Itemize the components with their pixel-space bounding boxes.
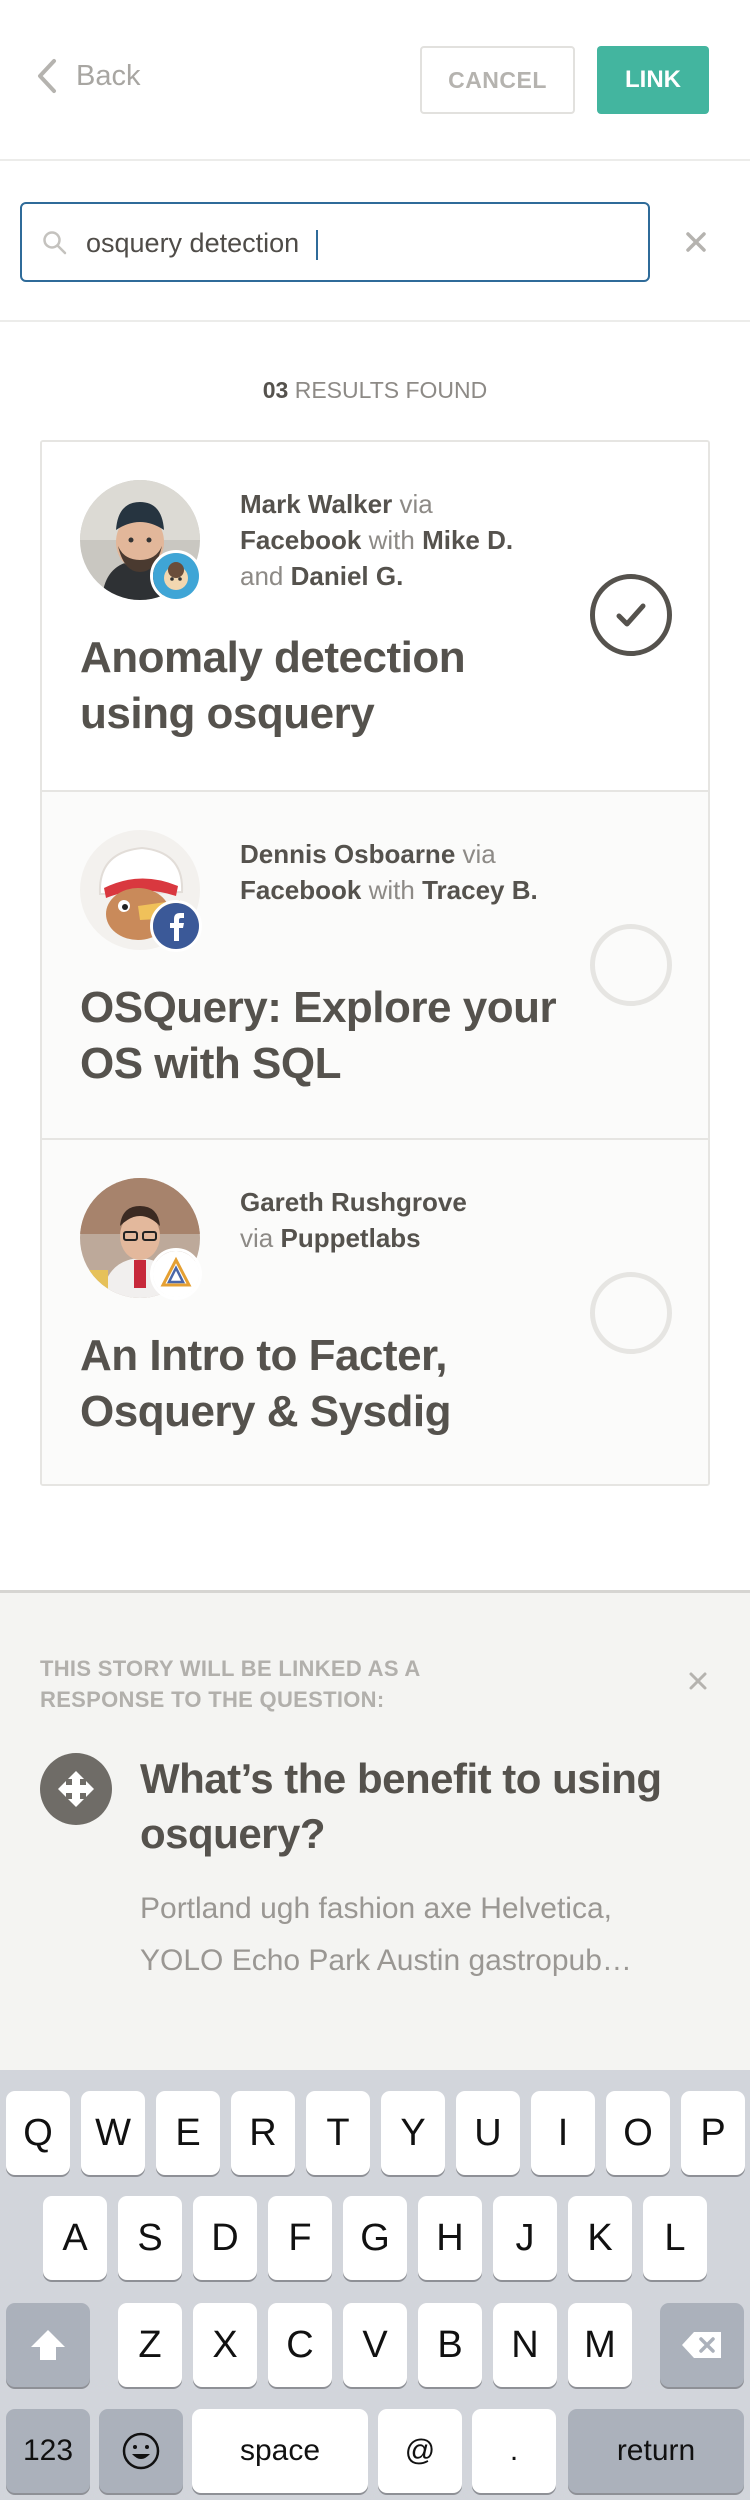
facebook-badge-icon (150, 900, 202, 952)
back-button[interactable]: Back (36, 58, 140, 94)
key-j[interactable]: J (493, 2196, 557, 2280)
and-text: and (240, 561, 284, 591)
key-n[interactable]: N (493, 2303, 557, 2387)
puppetlabs-badge-icon (150, 1248, 202, 1300)
results-count: 03 RESULTS FOUND (0, 377, 750, 404)
key-q[interactable]: Q (6, 2091, 70, 2175)
key-g[interactable]: G (343, 2196, 407, 2280)
with-text: with (368, 875, 415, 905)
return-key[interactable]: return (568, 2409, 744, 2493)
key-b[interactable]: B (418, 2303, 482, 2387)
question-icon (40, 1753, 112, 1825)
close-icon[interactable] (688, 1671, 708, 1691)
result-title: Anomaly detection using osquery (80, 633, 466, 738)
shift-icon (31, 2330, 65, 2360)
result-meta: Dennis Osboarne via Facebook with Tracey… (240, 836, 570, 908)
back-label: Back (76, 59, 141, 92)
key-o[interactable]: O (606, 2091, 670, 2175)
with-text: with (368, 525, 415, 555)
key-c[interactable]: C (268, 2303, 332, 2387)
shift-key[interactable] (6, 2303, 90, 2387)
delete-icon (682, 2332, 721, 2358)
emoji-key[interactable] (99, 2409, 183, 2493)
source-name[interactable]: Facebook (240, 875, 361, 905)
key-l[interactable]: L (643, 2196, 707, 2280)
linked-question-label: THIS STORY WILL BE LINKED AS A RESPONSE … (40, 1656, 420, 1712)
result-card[interactable]: Gareth Rushgrove via Puppetlabs An Intro… (42, 1138, 708, 1484)
top-bar: Back CANCEL LINK (0, 0, 750, 161)
results-list: Mark Walker via Facebook with Mike D. an… (40, 440, 710, 1486)
text-caret (316, 230, 318, 260)
source-name[interactable]: Facebook (240, 525, 361, 555)
key-v[interactable]: V (343, 2303, 407, 2387)
source-name[interactable]: Puppetlabs (280, 1223, 420, 1253)
check-icon (616, 603, 646, 627)
results-count-label: RESULTS FOUND (294, 377, 488, 403)
key-t[interactable]: T (306, 2091, 370, 2175)
linked-question-excerpt: Portland ugh fashion axe Helvetica, YOLO… (140, 1892, 632, 1977)
key-m[interactable]: M (568, 2303, 632, 2387)
via-text: via (240, 1223, 274, 1253)
mailchimp-badge-icon (150, 550, 202, 602)
search-bar (0, 161, 750, 322)
key-h[interactable]: H (418, 2196, 482, 2280)
key-s[interactable]: S (118, 2196, 182, 2280)
search-icon (43, 231, 67, 255)
key-u[interactable]: U (456, 2091, 520, 2175)
on-screen-keyboard: Q W E R T Y U I O P A S D F G H J K L Z … (0, 2070, 750, 2500)
author-name[interactable]: Gareth Rushgrove (240, 1187, 467, 1217)
search-input[interactable] (86, 218, 626, 268)
key-z[interactable]: Z (118, 2303, 182, 2387)
key-r[interactable]: R (231, 2091, 295, 2175)
chevron-left-icon (38, 59, 56, 93)
result-title: An Intro to Facter, Osquery & Sysdig (80, 1331, 452, 1436)
search-field[interactable] (20, 202, 650, 282)
select-toggle[interactable] (590, 574, 672, 656)
key-w[interactable]: W (81, 2091, 145, 2175)
with-name[interactable]: Daniel G. (291, 561, 404, 591)
with-name[interactable]: Mike D. (422, 525, 513, 555)
space-key[interactable]: space (192, 2409, 368, 2493)
result-card[interactable]: Mark Walker via Facebook with Mike D. an… (42, 442, 708, 790)
key-x[interactable]: X (193, 2303, 257, 2387)
result-card[interactable]: Dennis Osboarne via Facebook with Tracey… (42, 790, 708, 1138)
close-icon[interactable] (684, 230, 708, 254)
with-name[interactable]: Tracey B. (422, 875, 538, 905)
dot-key[interactable]: . (472, 2409, 556, 2493)
author-name[interactable]: Mark Walker (240, 489, 392, 519)
key-e[interactable]: E (156, 2091, 220, 2175)
author-name[interactable]: Dennis Osboarne (240, 839, 455, 869)
key-a[interactable]: A (43, 2196, 107, 2280)
key-k[interactable]: K (568, 2196, 632, 2280)
result-meta: Gareth Rushgrove via Puppetlabs (240, 1184, 570, 1256)
linked-question-panel: THIS STORY WILL BE LINKED AS A RESPONSE … (0, 1590, 750, 2070)
key-f[interactable]: F (268, 2196, 332, 2280)
link-button[interactable]: LINK (597, 46, 709, 114)
results-count-number: 03 (262, 377, 289, 403)
at-key[interactable]: @ (378, 2409, 462, 2493)
via-text: via (462, 839, 496, 869)
key-p[interactable]: P (681, 2091, 745, 2175)
select-toggle[interactable] (590, 1272, 672, 1354)
via-text: via (399, 489, 433, 519)
select-toggle[interactable] (590, 924, 672, 1006)
key-d[interactable]: D (193, 2196, 257, 2280)
cancel-button[interactable]: CANCEL (420, 46, 575, 114)
key-i[interactable]: I (531, 2091, 595, 2175)
result-meta: Mark Walker via Facebook with Mike D. an… (240, 486, 570, 594)
linked-question-title: What’s the benefit to using osquery? (140, 1755, 662, 1857)
numbers-key[interactable]: 123 (6, 2409, 90, 2493)
emoji-icon (122, 2432, 160, 2470)
delete-key[interactable] (660, 2303, 744, 2387)
key-y[interactable]: Y (381, 2091, 445, 2175)
result-title: OSQuery: Explore your OS with SQL (80, 983, 557, 1088)
